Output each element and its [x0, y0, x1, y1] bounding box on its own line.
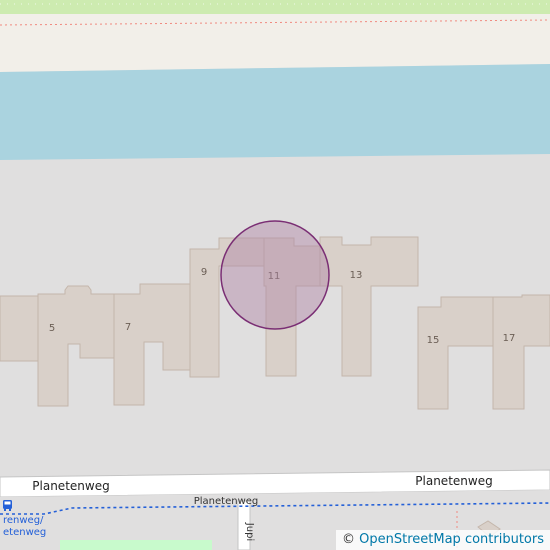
grass-strip: [0, 0, 550, 14]
house-number-5: 5: [49, 323, 55, 334]
osm-contributors-link[interactable]: OpenStreetMap contributors: [359, 532, 544, 547]
building-left-edge: [0, 295, 39, 362]
house-number-7: 7: [125, 322, 131, 333]
house-number-15: 15: [427, 335, 440, 346]
house-number-13: 13: [350, 270, 363, 281]
map-attribution: © OpenStreetMap contributors: [336, 530, 550, 550]
house-number-9: 9: [201, 267, 207, 278]
street-label-planetenweg-left: Planetenweg: [32, 479, 109, 493]
copyright-symbol: ©: [342, 532, 356, 547]
bus-stop-label-line2: etenweg: [3, 527, 46, 538]
bus-stop-label-line1: renweg/: [3, 515, 44, 526]
grass-patch: [60, 540, 212, 550]
location-marker[interactable]: [220, 220, 330, 330]
water-canal: [0, 64, 550, 160]
map-canvas[interactable]: 5 7 9 11 13 15 17 Planetenweg Planetenwe…: [0, 0, 550, 550]
street-label-planetenweg-lower: Planetenweg: [194, 496, 259, 507]
street-label-jupi: Jupi: [244, 522, 255, 541]
street-label-planetenweg-right: Planetenweg: [415, 474, 492, 488]
house-number-17: 17: [503, 333, 516, 344]
